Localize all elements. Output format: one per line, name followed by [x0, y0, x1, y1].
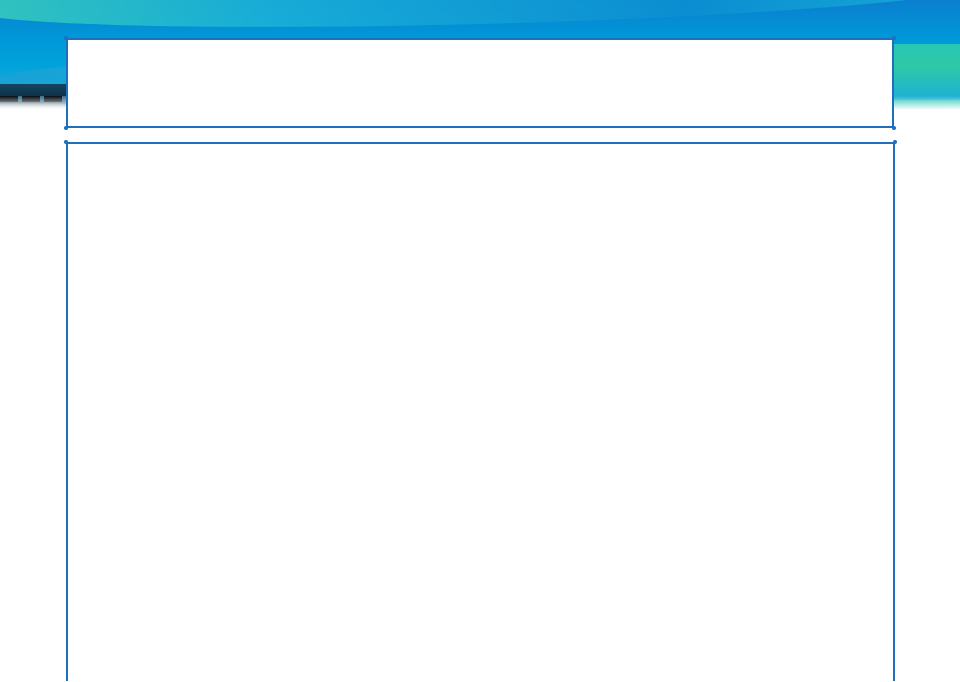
content-placeholder[interactable]	[66, 142, 895, 681]
content-corner-dot-tl	[64, 140, 68, 144]
band-teal-right-accent	[890, 44, 960, 100]
band-wave-top	[0, 0, 960, 38]
title-corner-dot-tl	[64, 36, 68, 40]
title-corner-dot-br	[892, 126, 896, 130]
title-corner-dot-bl	[64, 126, 68, 130]
content-corner-dot-tr	[893, 140, 897, 144]
title-placeholder[interactable]	[66, 38, 894, 128]
slide-canvas	[0, 0, 960, 682]
title-corner-dot-tr	[892, 36, 896, 40]
